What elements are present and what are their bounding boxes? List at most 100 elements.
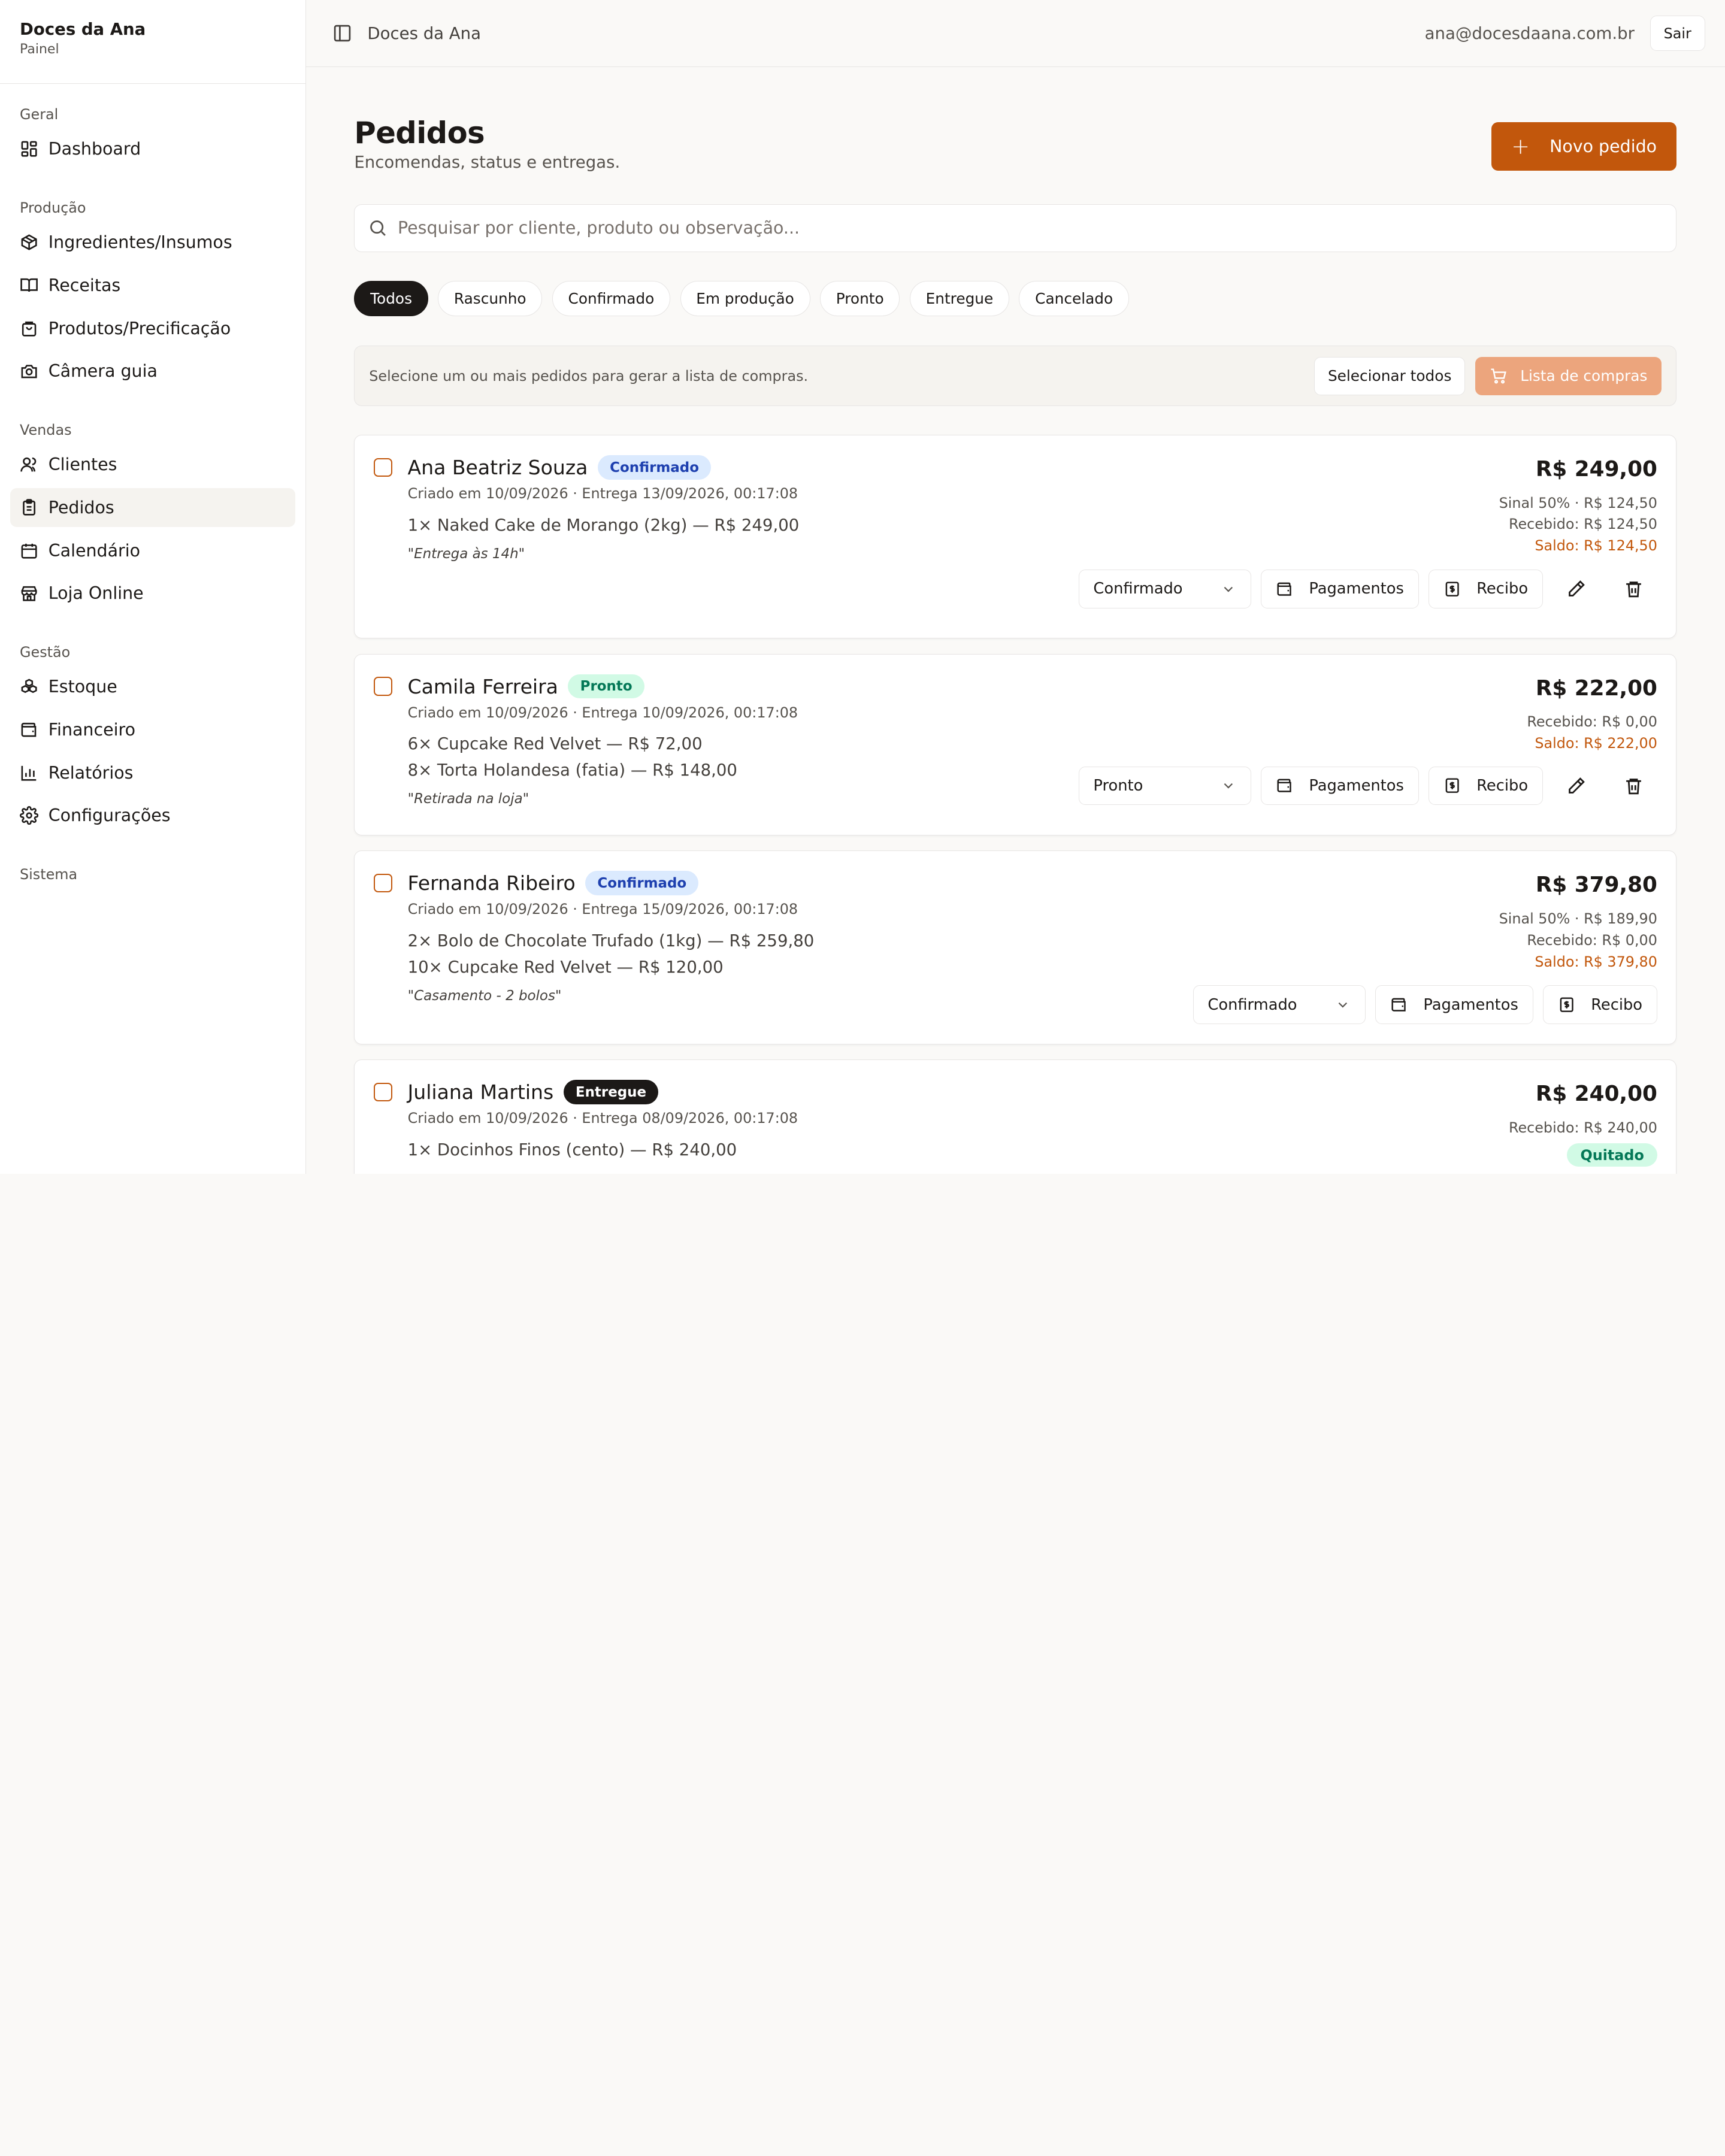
order-price-block: R$ 222,00 Recebido: R$ 0,00 Saldo: R$ 22… bbox=[1527, 674, 1657, 755]
logout-button[interactable]: Sair bbox=[1650, 16, 1705, 51]
sidebar-item-configuracoes[interactable]: Configurações bbox=[10, 797, 296, 835]
new-order-button[interactable]: + Novo pedido bbox=[1491, 122, 1677, 171]
nav-group-label: Gestão bbox=[20, 643, 71, 661]
payments-label: Pagamentos bbox=[1309, 777, 1404, 795]
select-all-button[interactable]: Selecionar todos bbox=[1314, 356, 1466, 396]
order-checkbox[interactable] bbox=[373, 458, 392, 477]
delete-button[interactable] bbox=[1610, 570, 1657, 608]
dashboard-icon bbox=[20, 140, 38, 158]
sidebar-toggle-icon[interactable] bbox=[332, 23, 352, 43]
search-icon bbox=[368, 218, 388, 238]
receipt-button[interactable]: Recibo bbox=[1429, 570, 1543, 608]
order-item-line: 6× Cupcake Red Velvet — R$ 72,00 bbox=[407, 734, 703, 754]
status-select-value: Confirmado bbox=[1093, 580, 1183, 598]
trash-icon bbox=[1624, 776, 1644, 796]
payments-button[interactable]: Pagamentos bbox=[1375, 985, 1533, 1024]
sidebar-item-clientes[interactable]: Clientes bbox=[10, 446, 296, 484]
order-item-line: 1× Docinhos Finos (cento) — R$ 240,00 bbox=[407, 1140, 737, 1159]
sidebar-item-loja[interactable]: Loja Online bbox=[10, 574, 296, 613]
filter-rascunho[interactable]: Rascunho bbox=[438, 281, 543, 316]
sidebar-item-label: Relatórios bbox=[48, 762, 134, 783]
sidebar-item-ingredientes[interactable]: Ingredientes/Insumos bbox=[10, 223, 296, 262]
order-items: 1× Naked Cake de Morango (2kg) — R$ 249,… bbox=[408, 512, 1657, 538]
order-total: R$ 222,00 bbox=[1535, 676, 1657, 701]
chevron-down-icon bbox=[1221, 778, 1236, 794]
order-card: Ana Beatriz Souza Confirmado Criado em 1… bbox=[354, 435, 1677, 638]
status-select[interactable]: Confirmado bbox=[1078, 570, 1251, 608]
order-received: Recebido: R$ 124,50 bbox=[1508, 516, 1657, 533]
brand-subtitle: Painel bbox=[20, 41, 59, 57]
receipt-label: Recibo bbox=[1591, 995, 1643, 1014]
filter-cancelado[interactable]: Cancelado bbox=[1019, 281, 1129, 316]
nav-group-label: Sistema bbox=[20, 865, 78, 883]
status-badge: Confirmado bbox=[585, 871, 699, 896]
search-input[interactable] bbox=[398, 218, 1663, 238]
order-card: Fernanda Ribeiro Confirmado Criado em 10… bbox=[354, 850, 1677, 1044]
sidebar-item-camera[interactable]: Câmera guia bbox=[10, 352, 296, 390]
status-select[interactable]: Confirmado bbox=[1193, 985, 1366, 1024]
sidebar: Doces da Ana Painel Geral Dashboard Prod… bbox=[0, 0, 306, 1174]
status-select-value: Confirmado bbox=[1208, 995, 1297, 1014]
sidebar-item-dashboard[interactable]: Dashboard bbox=[10, 130, 296, 168]
main-area: Doces da Ana ana@docesdaana.com.br Sair … bbox=[305, 0, 1725, 1174]
users-icon bbox=[20, 455, 38, 474]
sidebar-item-label: Estoque bbox=[48, 677, 117, 697]
sidebar-item-calendario[interactable]: Calendário bbox=[10, 531, 296, 570]
sidebar-item-label: Produtos/Precificação bbox=[48, 318, 231, 338]
order-checkbox[interactable] bbox=[373, 1083, 392, 1102]
filter-pronto[interactable]: Pronto bbox=[820, 281, 900, 316]
book-icon bbox=[20, 276, 38, 295]
shopping-list-button[interactable]: Lista de compras bbox=[1475, 356, 1662, 396]
sidebar-item-label: Ingredientes/Insumos bbox=[48, 232, 232, 253]
status-select[interactable]: Pronto bbox=[1078, 767, 1251, 806]
filter-confirmado[interactable]: Confirmado bbox=[552, 281, 670, 316]
filter-entregue[interactable]: Entregue bbox=[909, 281, 1009, 316]
order-meta: Criado em 10/09/2026 · Entrega 15/09/202… bbox=[407, 901, 798, 918]
sidebar-item-financeiro[interactable]: Financeiro bbox=[10, 710, 296, 749]
sidebar-item-label: Câmera guia bbox=[48, 361, 158, 381]
payments-label: Pagamentos bbox=[1309, 580, 1404, 598]
edit-button[interactable] bbox=[1552, 767, 1600, 805]
pencil-icon bbox=[1566, 776, 1586, 796]
order-actions: Pronto Pagamentos Recibo bbox=[1078, 767, 1657, 806]
delete-button[interactable] bbox=[1610, 767, 1657, 805]
order-checkbox[interactable] bbox=[373, 677, 392, 696]
order-client-name: Juliana Martins bbox=[407, 1080, 554, 1104]
wallet-icon bbox=[1390, 996, 1408, 1013]
receipt-icon bbox=[1443, 580, 1461, 598]
order-total: R$ 379,80 bbox=[1535, 873, 1657, 898]
nav-group-label: Vendas bbox=[20, 421, 72, 438]
order-price-block: R$ 240,00 Recebido: R$ 240,00 Quitado bbox=[1509, 1080, 1657, 1167]
shopping-list-message: Selecione um ou mais pedidos para gerar … bbox=[369, 367, 809, 384]
order-item-line: 1× Naked Cake de Morango (2kg) — R$ 249,… bbox=[407, 515, 800, 535]
payments-button[interactable]: Pagamentos bbox=[1261, 767, 1419, 806]
chevron-down-icon bbox=[1221, 582, 1236, 597]
edit-button[interactable] bbox=[1552, 570, 1600, 608]
order-items: 1× Docinhos Finos (cento) — R$ 240,00 bbox=[408, 1137, 1657, 1163]
order-total: R$ 240,00 bbox=[1535, 1082, 1657, 1107]
sidebar-item-estoque[interactable]: Estoque bbox=[10, 668, 296, 706]
page-subtitle: Encomendas, status e entregas. bbox=[354, 153, 621, 172]
nav-group-producao: Produção Ingredientes/Insumos Receitas P… bbox=[10, 197, 296, 390]
bar-chart-icon bbox=[20, 764, 38, 782]
order-deposit: Sinal 50% · R$ 189,90 bbox=[1499, 910, 1657, 927]
search-box bbox=[354, 204, 1677, 253]
order-checkbox[interactable] bbox=[373, 874, 392, 893]
sidebar-item-relatorios[interactable]: Relatórios bbox=[10, 753, 296, 792]
plus-icon: + bbox=[1511, 133, 1530, 159]
receipt-label: Recibo bbox=[1476, 580, 1529, 598]
sidebar-item-receitas[interactable]: Receitas bbox=[10, 266, 296, 304]
order-balance: Saldo: R$ 124,50 bbox=[1535, 537, 1657, 555]
sidebar-item-label: Configurações bbox=[48, 806, 171, 826]
filter-em-producao[interactable]: Em produção bbox=[680, 281, 810, 316]
payments-label: Pagamentos bbox=[1423, 995, 1518, 1014]
order-received: Recebido: R$ 0,00 bbox=[1527, 931, 1657, 949]
receipt-button[interactable]: Recibo bbox=[1543, 985, 1657, 1024]
receipt-button[interactable]: Recibo bbox=[1429, 767, 1543, 806]
filter-todos[interactable]: Todos bbox=[354, 281, 428, 316]
sidebar-item-pedidos[interactable]: Pedidos bbox=[10, 488, 296, 527]
sidebar-item-produtos[interactable]: Produtos/Precificação bbox=[10, 309, 296, 347]
payments-button[interactable]: Pagamentos bbox=[1261, 570, 1419, 608]
order-meta: Criado em 10/09/2026 · Entrega 13/09/202… bbox=[407, 485, 798, 502]
sidebar-nav: Geral Dashboard Produção Ingredientes/In… bbox=[0, 84, 305, 886]
